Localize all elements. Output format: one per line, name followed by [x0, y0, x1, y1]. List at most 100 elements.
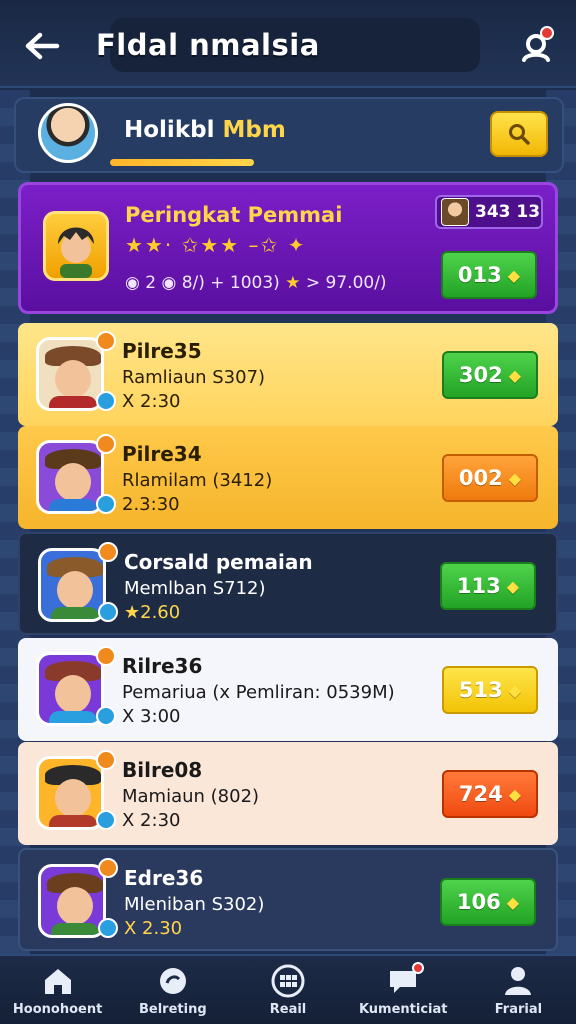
player-time: X 2:30	[122, 391, 181, 412]
player-detail: Mleniban S302)	[124, 894, 265, 915]
player-action-button[interactable]: 002 ◆	[442, 454, 538, 502]
player-action-label: 002	[458, 466, 503, 490]
diamond-icon: ◆	[506, 892, 520, 912]
player-name: Bilre08	[122, 758, 203, 782]
player-badge-icon	[98, 858, 118, 878]
player-name: Rilre36	[122, 654, 203, 678]
arrow-left-icon	[25, 32, 60, 60]
rank-action-label: 013	[457, 263, 502, 287]
player-badge-icon	[96, 434, 116, 454]
grid-icon	[270, 964, 306, 998]
rank-card: Peringkat Pemmai ★★· ✩★★ –✩ ✦ ◉ 2 ◉ 8/) …	[18, 182, 558, 314]
player-row[interactable]: Pilre35 Ramliaun S307) X 2:30 302 ◆	[18, 323, 558, 426]
player-detail: Memlban S712)	[124, 578, 266, 599]
player-time: X 2.30	[124, 918, 183, 939]
player-action-label: 724	[458, 782, 503, 806]
player-badge-icon	[96, 391, 116, 411]
player-action-button[interactable]: 302 ◆	[442, 351, 538, 399]
player-row[interactable]: Pilre34 Rlamilam (3412) 2.3:30 002 ◆	[18, 426, 558, 529]
player-action-button[interactable]: 113 ◆	[440, 562, 536, 610]
player-name: Corsald pemaian	[124, 550, 313, 574]
player-badge-icon	[98, 918, 118, 938]
player-badge-icon	[96, 494, 116, 514]
player-row[interactable]: Edre36 Mleniban S302) X 2.30 106 ◆	[18, 848, 558, 951]
rank-stats-text: ◉ 2 ◉ 8/) + 1003)	[125, 273, 286, 293]
player-name: Pilre35	[122, 339, 202, 363]
player-action-button[interactable]: 106 ◆	[440, 878, 536, 926]
top-bar: Fldal nmalsia	[0, 0, 576, 88]
player-action-button[interactable]: 513 ◆	[442, 666, 538, 714]
player-detail: Mamiaun (802)	[122, 786, 260, 807]
search-icon	[509, 124, 530, 145]
player-badge-icon	[96, 706, 116, 726]
chat-notification-dot	[411, 962, 424, 974]
rank-title: Peringkat Pemmai	[125, 203, 343, 227]
nav-label-menu: Reail	[269, 1001, 307, 1017]
player-time: 2.3:30	[122, 494, 180, 515]
player-avatar	[36, 756, 104, 830]
profile-name: Holikbl Mbm	[124, 117, 286, 143]
rank-stats-star: ★	[285, 273, 301, 293]
rank-action-button[interactable]: 013 ◆	[441, 251, 537, 299]
nav-item-activity[interactable]: Belreting	[115, 956, 230, 1024]
nav-item-menu[interactable]: Reail	[230, 956, 345, 1024]
rank-stats: ◉ 2 ◉ 8/) + 1003) ★ > 97.00/)	[125, 273, 387, 293]
player-badge-icon	[96, 331, 116, 351]
player-detail: Ramliaun S307)	[122, 367, 266, 388]
player-time: ★2.60	[124, 602, 181, 623]
player-detail: Rlamilam (3412)	[122, 470, 273, 491]
rank-avatar	[43, 211, 109, 281]
nav-item-home[interactable]: Hoonohoent	[0, 956, 115, 1024]
bottom-navigation: Hoonohoent Belreting Reail Kumenticiat F…	[0, 954, 576, 1024]
player-badge-icon	[96, 750, 116, 770]
profile-progress-fill	[110, 159, 254, 166]
nav-item-profile[interactable]: Frarial	[461, 956, 576, 1024]
profile-card: Holikbl Mbm	[14, 97, 564, 173]
player-detail: Pemariua (x Pemliran: 0539M)	[122, 682, 395, 703]
rank-badge: 343 13	[435, 195, 543, 229]
nav-label-chat: Kumenticiat	[358, 1001, 448, 1017]
player-avatar	[36, 337, 104, 411]
page-title: Fldal nmalsia	[96, 28, 320, 62]
search-button[interactable]	[490, 111, 548, 157]
player-action-label: 113	[456, 574, 501, 598]
diamond-icon: ◆	[506, 576, 520, 596]
player-action-label: 513	[458, 678, 503, 702]
player-action-button[interactable]: 724 ◆	[442, 770, 538, 818]
profile-name-highlight: Mbm	[222, 117, 286, 143]
home-icon	[40, 964, 76, 998]
player-badge-icon	[98, 602, 118, 622]
player-row[interactable]: Corsald pemaian Memlban S712) ★2.60 113 ◆	[18, 532, 558, 635]
rank-badge-value: 343 13	[475, 202, 541, 222]
player-badge-icon	[98, 542, 118, 562]
player-action-label: 106	[456, 890, 501, 914]
player-row[interactable]: Bilre08 Mamiaun (802) X 2:30 724 ◆	[18, 742, 558, 845]
player-time: X 3:00	[122, 706, 181, 727]
player-name: Edre36	[124, 866, 204, 890]
player-avatar	[38, 864, 106, 938]
notification-dot	[540, 26, 554, 40]
nav-item-chat[interactable]: Kumenticiat	[346, 956, 461, 1024]
nav-label-home: Hoonohoent	[12, 1001, 103, 1017]
player-name: Pilre34	[122, 442, 202, 466]
profile-progress-bar	[110, 159, 254, 166]
diamond-icon: ◆	[508, 784, 522, 804]
diamond-icon: ◆	[508, 468, 522, 488]
player-badge-icon	[96, 646, 116, 666]
player-time: X 2:30	[122, 810, 181, 831]
diamond-icon: ◆	[507, 265, 521, 285]
player-avatar	[38, 548, 106, 622]
nav-label-profile: Frarial	[494, 1001, 543, 1017]
hand-icon	[155, 964, 191, 998]
profile-name-main: Holikbl	[124, 117, 223, 143]
player-row[interactable]: Rilre36 Pemariua (x Pemliran: 0539M) X 3:0…	[18, 638, 558, 741]
rank-stats-end: > 97.00/)	[300, 273, 387, 293]
profile-icon	[500, 964, 536, 998]
notification-button[interactable]	[514, 24, 558, 68]
nav-label-activity: Belreting	[138, 1001, 207, 1017]
player-action-label: 302	[458, 363, 503, 387]
profile-avatar[interactable]	[38, 103, 98, 163]
player-avatar	[36, 440, 104, 514]
back-button[interactable]	[20, 26, 64, 66]
player-badge-icon	[96, 810, 116, 830]
